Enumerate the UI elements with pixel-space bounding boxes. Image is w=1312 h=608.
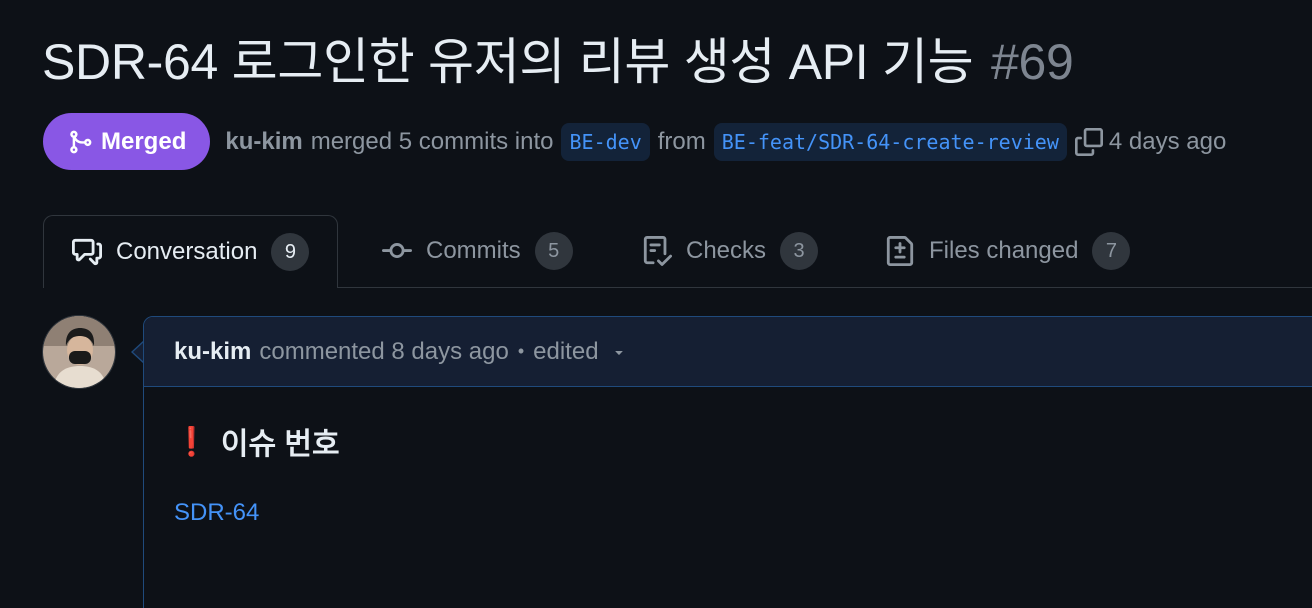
comment-box: ku-kim commented 8 days ago • edited ❗ 이… xyxy=(143,316,1312,608)
tab-files-changed[interactable]: Files changed 7 xyxy=(885,215,1131,287)
comment-header: ku-kim commented 8 days ago • edited xyxy=(144,317,1312,387)
tab-label: Commits xyxy=(426,237,521,264)
pr-meta: Merged ku-kim merged 5 commits into BE-d… xyxy=(43,113,1226,170)
base-branch[interactable]: BE-dev xyxy=(561,122,650,161)
avatar[interactable] xyxy=(42,315,116,389)
checklist-icon xyxy=(643,236,672,266)
page-title: SDR-64 로그인한 유저의 리뷰 생성 API 기능 #69 xyxy=(42,28,1074,96)
edited-dropdown[interactable]: edited xyxy=(533,338,598,366)
state-label: Merged xyxy=(101,127,187,155)
comment-heading: ❗ 이슈 번호 xyxy=(174,419,1302,463)
comment-timestamp[interactable]: commented 8 days ago xyxy=(259,338,508,366)
copy-icon[interactable] xyxy=(1074,127,1103,156)
comment-discussion-icon xyxy=(72,238,102,266)
chevron-down-icon[interactable] xyxy=(611,344,627,360)
head-branch[interactable]: BE-feat/SDR-64-create-review xyxy=(713,122,1067,161)
git-commit-icon xyxy=(382,243,412,259)
tab-counter: 5 xyxy=(534,232,573,270)
merge-time: 4 days ago xyxy=(1108,127,1227,155)
file-diff-icon xyxy=(886,236,914,266)
merged-state-badge: Merged xyxy=(43,113,211,170)
separator-dot: • xyxy=(517,341,525,361)
avatar-photo xyxy=(43,316,115,388)
author-link[interactable]: ku-kim xyxy=(225,128,302,156)
pr-number: #69 xyxy=(990,34,1074,90)
comment-body: ❗ 이슈 번호 SDR-64 xyxy=(144,387,1312,557)
heading-text: 이슈 번호 xyxy=(220,428,340,461)
tab-counter: 3 xyxy=(780,232,819,270)
tab-conversation[interactable]: Conversation 9 xyxy=(43,215,339,288)
issue-link[interactable]: SDR-64 xyxy=(174,499,1302,527)
tab-label: Files changed xyxy=(929,237,1079,264)
tab-checks[interactable]: Checks 3 xyxy=(642,215,819,287)
tab-label: Conversation xyxy=(116,238,258,265)
pr-tabs: Conversation 9 Commits 5 Checks 3 Files … xyxy=(43,215,1312,288)
tab-label: Checks xyxy=(686,237,767,264)
pr-title: SDR-64 로그인한 유저의 리뷰 생성 API 기능 xyxy=(42,34,974,90)
merged-text: merged 5 commits into xyxy=(310,127,554,155)
git-merge-icon xyxy=(70,130,92,153)
tab-commits[interactable]: Commits 5 xyxy=(382,215,573,287)
pull-request-page: SDR-64 로그인한 유저의 리뷰 생성 API 기능 #69 Merged … xyxy=(0,0,1312,608)
exclamation-icon: ❗ xyxy=(174,425,209,457)
from-text: from xyxy=(657,127,706,155)
tab-counter: 7 xyxy=(1092,232,1131,270)
comment-author[interactable]: ku-kim xyxy=(174,338,251,366)
tab-counter: 9 xyxy=(271,233,310,271)
